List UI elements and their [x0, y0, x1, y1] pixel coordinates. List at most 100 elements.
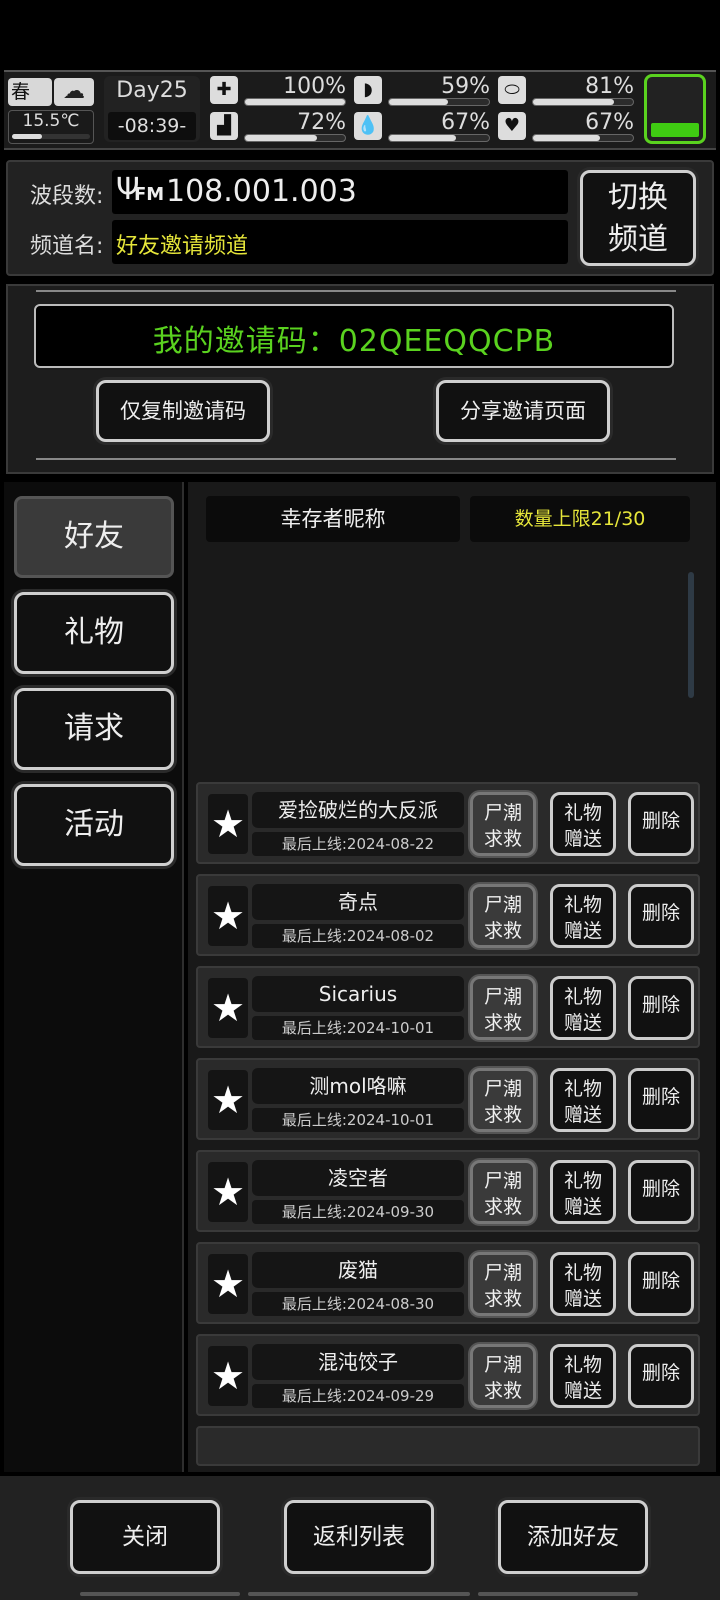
gift-line2: 赠送 — [563, 920, 602, 942]
heart-icon: ♥ — [498, 112, 526, 140]
stomach-icon: ◗ — [354, 76, 382, 104]
tab-requests[interactable]: 请求 — [14, 688, 174, 770]
gift-send-button[interactable]: 礼物 赠送 — [550, 1252, 616, 1316]
add-friend-button[interactable]: 添加好友 — [498, 1500, 648, 1574]
gift-line2: 赠送 — [563, 1196, 602, 1218]
tab-friends[interactable]: 好友 — [14, 496, 174, 578]
horde-sos-button[interactable]: 尸潮 求救 — [470, 1252, 536, 1316]
stat-value: 59% — [441, 74, 490, 99]
sos-line1: 尸潮 — [483, 1078, 522, 1100]
battery-fill — [651, 123, 699, 137]
friend-nickname: 混沌饺子 — [252, 1344, 464, 1380]
star-icon[interactable]: ★ — [208, 978, 248, 1038]
stat-bar-fill — [389, 135, 456, 141]
delete-friend-button[interactable]: 删除 — [628, 1344, 694, 1408]
stat-value: 81% — [585, 74, 634, 99]
gift-line2: 赠送 — [563, 1012, 602, 1034]
battery-indicator — [644, 74, 706, 144]
sos-line2: 求救 — [483, 1288, 522, 1310]
gift-line1: 礼物 — [563, 986, 602, 1008]
stat-bar — [532, 98, 634, 106]
star-icon[interactable]: ★ — [208, 1162, 248, 1222]
delete-friend-button[interactable]: 删除 — [628, 1160, 694, 1224]
horde-sos-button[interactable]: 尸潮 求救 — [470, 976, 536, 1040]
gift-line1: 礼物 — [563, 1078, 602, 1100]
star-icon[interactable]: ★ — [208, 1346, 248, 1406]
stat-value: 100% — [283, 74, 346, 99]
sos-line1: 尸潮 — [483, 1354, 522, 1376]
delete-friend-button[interactable]: 删除 — [628, 792, 694, 856]
delete-friend-button[interactable]: 删除 — [628, 1252, 694, 1316]
sos-line2: 求救 — [483, 1012, 522, 1034]
divider-bottom — [36, 458, 676, 460]
sos-line1: 尸潮 — [483, 1170, 522, 1192]
temperature-text: 15.5℃ — [22, 111, 80, 131]
tab-gifts[interactable]: 礼物 — [14, 592, 174, 674]
sos-line1: 尸潮 — [483, 802, 522, 824]
gift-line2: 赠送 — [563, 828, 602, 850]
tab-events[interactable]: 活动 — [14, 784, 174, 866]
stat-bar-fill — [389, 99, 448, 105]
delete-friend-button[interactable]: 删除 — [628, 884, 694, 948]
stat-bar — [244, 98, 346, 106]
gift-send-button[interactable]: 礼物 赠送 — [550, 1160, 616, 1224]
sos-line1: 尸潮 — [483, 1262, 522, 1284]
horde-sos-button[interactable]: 尸潮 求救 — [470, 884, 536, 948]
gift-line1: 礼物 — [563, 802, 602, 824]
last-online: 最后上线:2024-08-22 — [252, 832, 464, 856]
star-icon[interactable]: ★ — [208, 1254, 248, 1314]
bottom-line — [248, 1592, 470, 1596]
last-online: 最后上线:2024-10-01 — [252, 1108, 464, 1132]
gift-send-button[interactable]: 礼物 赠送 — [550, 792, 616, 856]
rebate-list-button[interactable]: 返利列表 — [284, 1500, 434, 1574]
switch-channel-button[interactable]: 切换 频道 — [580, 170, 696, 266]
tab-sidebar: 好友 礼物 请求 活动 — [4, 482, 184, 1472]
stat-bar-fill — [245, 99, 345, 105]
gift-send-button[interactable]: 礼物 赠送 — [550, 1068, 616, 1132]
delete-friend-button[interactable]: 删除 — [628, 976, 694, 1040]
horde-sos-button[interactable]: 尸潮 求救 — [470, 1160, 536, 1224]
stat-bar — [388, 98, 490, 106]
gift-send-button[interactable]: 礼物 赠送 — [550, 884, 616, 948]
star-icon[interactable]: ★ — [208, 1070, 248, 1130]
stat-bar-fill — [245, 135, 317, 141]
horde-sos-button[interactable]: 尸潮 求救 — [470, 792, 536, 856]
friend-nickname: Sicarius — [252, 976, 464, 1012]
channel-label: 频道名: — [30, 234, 104, 259]
friend-nickname: 爱捡破烂的大反派 — [252, 792, 464, 828]
capsule-icon: ⬭ — [498, 76, 526, 104]
gift-send-button[interactable]: 礼物 赠送 — [550, 1344, 616, 1408]
friend-row: ★ 混沌饺子 最后上线:2024-09-29 尸潮 求救 礼物 赠送 删除 — [196, 1334, 700, 1416]
band-value: 108.001.003 — [166, 174, 357, 209]
sos-line1: 尸潮 — [483, 986, 522, 1008]
sos-line1: 尸潮 — [483, 894, 522, 916]
horde-sos-button[interactable]: 尸潮 求救 — [470, 1068, 536, 1132]
hud-panel: 春 ☁ 15.5℃ Day25 -08:39- ✚ 100% ◗ 59% ⬭ 81% ▟ 72… — [4, 70, 716, 150]
bottom-line — [80, 1592, 240, 1596]
star-icon[interactable]: ★ — [208, 794, 248, 854]
channel-field: 好友邀请频道 — [112, 220, 568, 264]
stat-value: 67% — [441, 110, 490, 135]
horde-sos-button[interactable]: 尸潮 求救 — [470, 1344, 536, 1408]
status-bar-area — [0, 0, 720, 68]
gift-line1: 礼物 — [563, 894, 602, 916]
share-page-button[interactable]: 分享邀请页面 — [436, 380, 610, 442]
last-online: 最后上线:2024-10-01 — [252, 1016, 464, 1040]
stat-bar — [388, 134, 490, 142]
star-icon[interactable]: ★ — [208, 886, 248, 946]
friend-row: ★ 爱捡破烂的大反派 最后上线:2024-08-22 尸潮 求救 礼物 赠送 删除 — [196, 782, 700, 864]
last-online: 最后上线:2024-08-30 — [252, 1292, 464, 1316]
list-scrollbar[interactable] — [688, 572, 694, 698]
nickname-column-header: 幸存者昵称 — [206, 496, 460, 542]
copy-code-button[interactable]: 仅复制邀请码 — [96, 380, 270, 442]
game-time: -08:39- — [108, 112, 196, 140]
stat-bar-fill — [533, 99, 614, 105]
season-badge: 春 — [8, 78, 52, 106]
gift-send-button[interactable]: 礼物 赠送 — [550, 976, 616, 1040]
divider-top — [36, 290, 676, 292]
sos-line2: 求救 — [483, 920, 522, 942]
invite-code-text: 我的邀请码：02QEEQQCPB — [152, 324, 556, 359]
delete-friend-button[interactable]: 删除 — [628, 1068, 694, 1132]
close-button[interactable]: 关闭 — [70, 1500, 220, 1574]
switch-channel-line2: 频道 — [608, 222, 668, 257]
